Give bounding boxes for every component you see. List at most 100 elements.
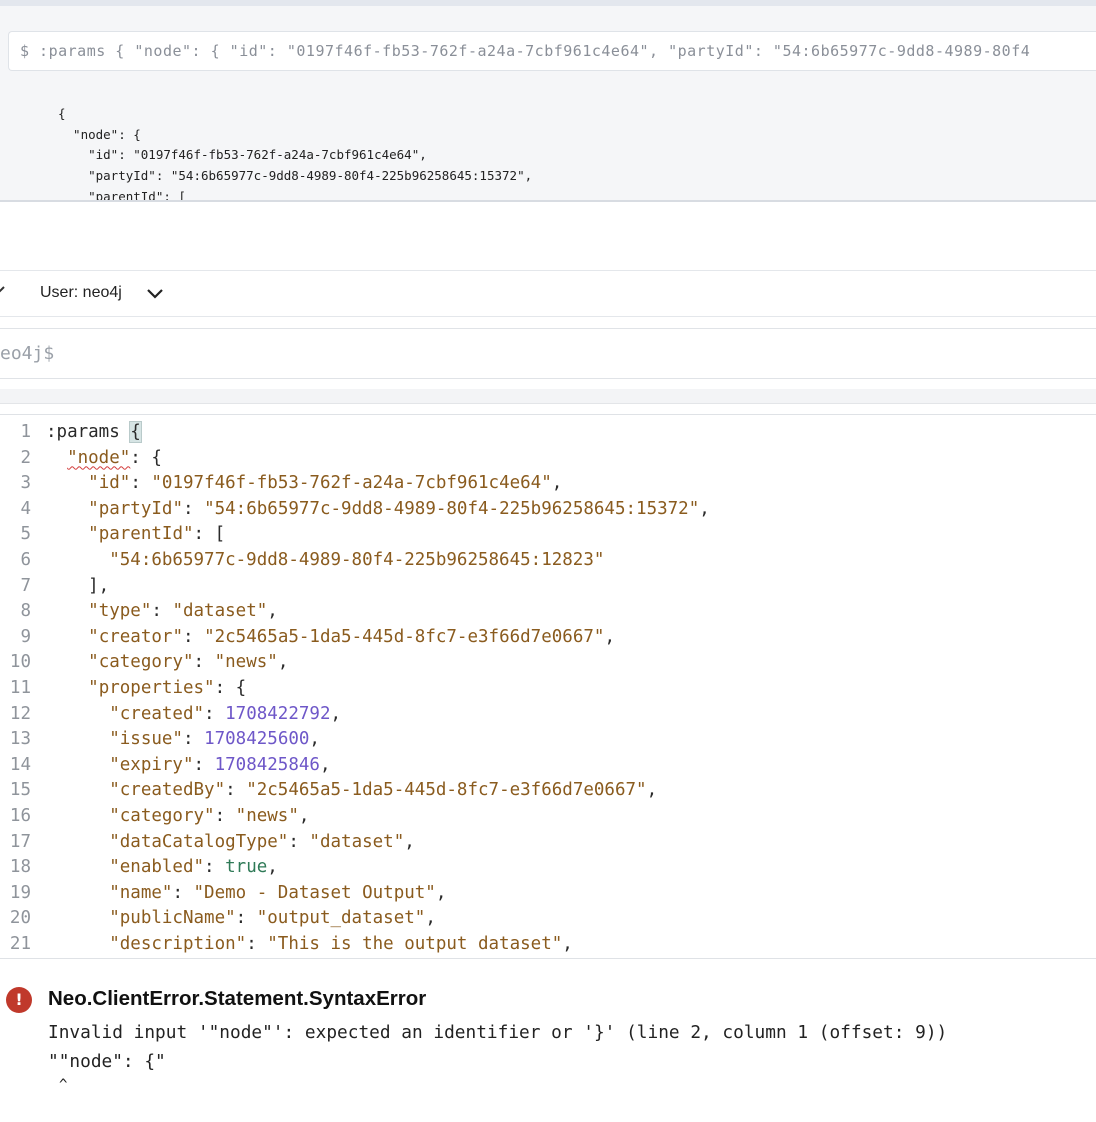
code-token: ,	[435, 882, 447, 903]
user-menu-label[interactable]: User: neo4j	[40, 284, 122, 302]
editor-line: 7 ],	[0, 576, 1096, 602]
editor-line: 11 "properties": {	[0, 678, 1096, 704]
code-token: :	[172, 882, 194, 903]
prompt-text: eo4j$	[0, 343, 55, 364]
json-result-preview: { "node": { "id": "0197f46f-fb53-762f-a2…	[58, 106, 533, 202]
code-token: ,	[319, 754, 331, 775]
code-token: :	[151, 601, 173, 622]
line-number: 4	[20, 498, 31, 519]
code-token: "description"	[109, 934, 247, 954]
code-text: "description": "This is the output datas…	[46, 934, 573, 954]
code-token: "dataCatalogType"	[109, 831, 289, 852]
chevron-icon[interactable]	[0, 283, 6, 295]
code-token: : [	[193, 524, 226, 545]
line-number: 12	[9, 703, 31, 724]
code-token: "creator"	[88, 626, 183, 647]
code-token: "created"	[109, 703, 205, 724]
line-number: 11	[9, 678, 31, 698]
code-token: "node"	[67, 447, 131, 468]
code-token: :	[235, 908, 257, 929]
code-text: "node": {	[46, 448, 162, 468]
code-token: "type"	[88, 601, 152, 622]
line-number: 9	[20, 626, 31, 647]
line-number: 19	[9, 882, 31, 903]
code-token: ,	[699, 498, 710, 519]
code-text: "properties": {	[46, 678, 246, 698]
code-token: {	[129, 421, 142, 443]
code-token: "news"	[214, 652, 278, 673]
code-token: ],	[46, 575, 110, 596]
code-token: "id"	[88, 473, 131, 494]
code-token: ,	[267, 601, 278, 622]
error-title: Neo.ClientError.Statement.SyntaxError	[48, 987, 427, 1010]
code-token: ,	[330, 703, 342, 724]
line-number: 13	[9, 729, 31, 750]
code-text: "category": "news",	[46, 806, 309, 826]
code-token: 1708425600	[204, 729, 310, 750]
error-snippet: ""node": {"	[48, 1051, 166, 1072]
editor-line: 6 "54:6b65977c-9dd8-4989-80f4-225b962586…	[0, 550, 1096, 576]
editor-line: 17 "dataCatalogType": "dataset",	[0, 832, 1096, 858]
code-token: true	[225, 857, 268, 878]
line-number: 6	[20, 550, 31, 570]
code-token: :	[182, 626, 205, 647]
code-token: "publicName"	[109, 908, 236, 929]
code-token: "This is the output dataset"	[267, 934, 563, 954]
frame-divider	[0, 200, 1096, 202]
code-token: :params	[46, 422, 131, 442]
error-message: Invalid input '"node"': expected an iden…	[48, 1022, 948, 1043]
line-number: 18	[9, 857, 31, 878]
code-token: ,	[404, 831, 415, 852]
cypher-prompt[interactable]: eo4j$	[0, 328, 1096, 379]
code-token: "0197f46f-fb53-762f-a24a-7cbf961c4e64"	[151, 473, 552, 494]
code-text: ],	[46, 576, 109, 596]
editor-line: 4 "partyId": "54:6b65977c-9dd8-4989-80f4…	[0, 499, 1096, 525]
code-token: "name"	[109, 882, 173, 903]
code-text: "createdBy": "2c5465a5-1da5-445d-8fc7-e3…	[46, 780, 657, 800]
editor-line: 21 "description": "This is the output da…	[0, 934, 1096, 957]
code-text: "created": 1708422792,	[46, 704, 341, 724]
code-token: :	[246, 934, 268, 954]
code-token: :	[182, 729, 205, 750]
code-text: "name": "Demo - Dataset Output",	[46, 883, 446, 903]
error-panel: ! Neo.ClientError.Statement.SyntaxError …	[0, 958, 1096, 1122]
code-text: "publicName": "output_dataset",	[46, 908, 436, 928]
code-text: "id": "0197f46f-fb53-762f-a24a-7cbf961c4…	[46, 473, 562, 493]
error-icon: !	[6, 987, 32, 1013]
line-number: 3	[20, 473, 31, 494]
frame-command-bar[interactable]: $ :params { "node": { "id": "0197f46f-fb…	[8, 31, 1096, 71]
line-number: 15	[9, 780, 31, 801]
code-token: :	[288, 831, 310, 852]
code-token: "54:6b65977c-9dd8-4989-80f4-225b96258645…	[204, 498, 700, 519]
connection-bar: User: neo4j	[0, 270, 1096, 317]
editor-line: 14 "expiry": 1708425846,	[0, 755, 1096, 781]
code-token: : {	[130, 447, 162, 468]
editor-line: 20 "publicName": "output_dataset",	[0, 908, 1096, 934]
code-token: "output_dataset"	[256, 908, 426, 929]
code-token: ,	[309, 729, 320, 750]
query-editor[interactable]: 1:params {2 "node": {3 "id": "0197f46f-f…	[0, 414, 1096, 957]
line-number: 21	[9, 934, 31, 954]
code-token: "54:6b65977c-9dd8-4989-80f4-225b96258645…	[109, 550, 605, 570]
code-token: "properties"	[88, 678, 215, 698]
code-token: ,	[604, 626, 615, 647]
code-token: "category"	[109, 806, 215, 826]
chevron-down-icon[interactable]	[146, 286, 164, 300]
code-token: :	[182, 498, 205, 519]
editor-line: 10 "category": "news",	[0, 652, 1096, 678]
code-token: ,	[298, 806, 310, 826]
editor-line: 18 "enabled": true,	[0, 857, 1096, 883]
editor-line: 9 "creator": "2c5465a5-1da5-445d-8fc7-e3…	[0, 627, 1096, 653]
frame-command-text: $ :params { "node": { "id": "0197f46f-fb…	[20, 42, 1031, 60]
code-token: "expiry"	[109, 754, 194, 775]
code-token: "issue"	[109, 729, 183, 750]
